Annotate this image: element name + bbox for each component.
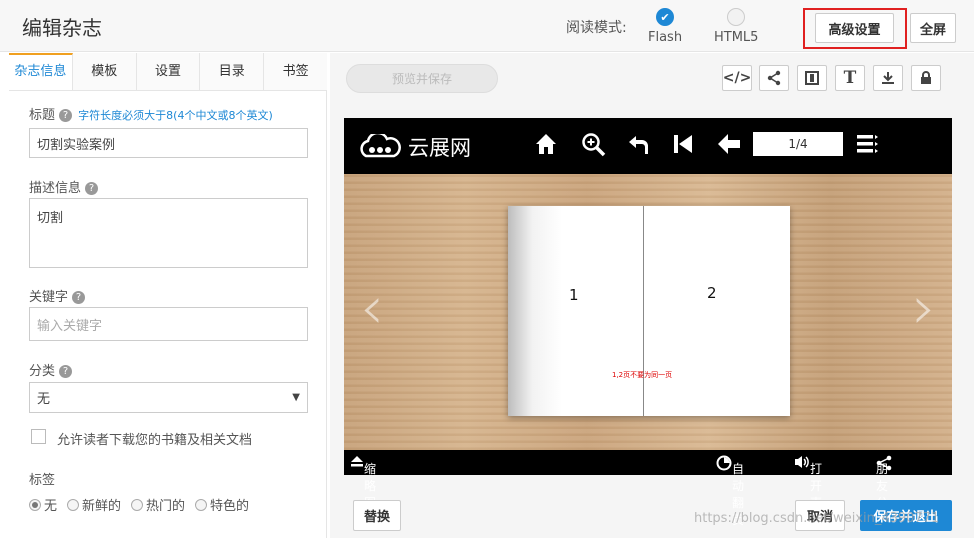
title-hint: 字符长度必须大于8(4个中文或8个英文)	[78, 109, 273, 122]
zoom-in-icon[interactable]	[581, 132, 607, 164]
text-icon[interactable]: T	[835, 65, 865, 91]
viewer-toolbar: 云展网 1/4	[344, 118, 952, 174]
desc-textarea[interactable]: 切割	[29, 198, 308, 268]
tab-magazine-info[interactable]: 杂志信息	[9, 53, 73, 90]
tab-bar: 杂志信息 模板 设置 目录 书签	[9, 53, 327, 91]
cloud-logo-icon	[360, 134, 401, 158]
left-page-number: 1	[569, 286, 579, 304]
fullscreen-button[interactable]: 全屏	[910, 13, 956, 43]
sound-button[interactable]: 打开声音	[794, 455, 822, 527]
tab-bookmarks[interactable]: 书签	[264, 53, 327, 90]
home-icon[interactable]	[534, 132, 558, 162]
share-icon[interactable]	[759, 65, 789, 91]
radio-selected-icon	[29, 498, 41, 511]
download-icon[interactable]	[873, 65, 903, 91]
page-note: 1,2页不要为同一页	[612, 371, 673, 379]
watermark-text: https://blog.csdn.net/weixin_4390771	[694, 511, 940, 526]
page-indicator-input[interactable]: 1/4	[753, 132, 843, 156]
timer-icon	[716, 455, 732, 471]
category-select[interactable]: 无 ▼	[29, 382, 308, 413]
tab-template[interactable]: 模板	[73, 53, 137, 90]
keyword-placeholder: 输入关键字	[37, 318, 103, 334]
tab-toc[interactable]: 目录	[200, 53, 265, 90]
tag-option-hot[interactable]: 热门的	[131, 495, 185, 514]
share-friends-button[interactable]: 朋友分享	[876, 455, 892, 527]
allow-download-checkbox[interactable]	[31, 429, 46, 444]
viewer-bottom-bar: 缩略图 自动翻页 打开声音 朋友分享	[344, 450, 952, 527]
lock-icon[interactable]	[911, 65, 941, 91]
next-arrow-icon[interactable]: ›	[896, 248, 952, 368]
category-field-label: 分类?	[29, 360, 73, 379]
read-mode-label: 阅读模式:	[566, 20, 627, 36]
prev-page-icon[interactable]	[716, 132, 742, 162]
chevron-down-icon: ▼	[292, 392, 300, 403]
tag-option-featured[interactable]: 特色的	[195, 495, 249, 514]
mode-flash-radio[interactable]: ✔ Flash	[648, 8, 682, 45]
title-input[interactable]: 切割实验案例	[29, 128, 308, 158]
preview-save-button[interactable]: 预览并保存	[346, 64, 498, 93]
first-page-icon[interactable]	[671, 132, 695, 162]
viewer-logo: 云展网	[356, 132, 471, 162]
keyword-field-label: 关键字?	[29, 286, 86, 305]
allow-download-label: 允许读者下载您的书籍及相关文档	[57, 433, 253, 448]
tag-option-label: 热门的	[146, 499, 186, 514]
autoflip-button[interactable]: 自动翻页	[716, 455, 744, 527]
radio-empty-icon	[727, 8, 746, 26]
page-title: 编辑杂志	[22, 16, 102, 40]
help-icon[interactable]: ?	[72, 291, 86, 304]
mode-html5-radio[interactable]: HTML5	[714, 8, 758, 45]
tag-option-label: 特色的	[210, 499, 250, 514]
book-spine	[643, 206, 644, 416]
keyword-input[interactable]: 输入关键字	[29, 307, 308, 341]
code-icon[interactable]: </>	[722, 65, 752, 91]
title-field-label: 标题? 字符长度必须大于8(4个中文或8个英文)	[29, 104, 273, 123]
right-page-number: 2	[707, 284, 717, 302]
open-book: 1 2 1,2页不要为同一页	[508, 206, 790, 416]
title-label-text: 标题	[29, 108, 56, 123]
menu-list-icon[interactable]	[856, 132, 880, 162]
tag-radio-group: 无 新鲜的 热门的 特色的	[29, 495, 249, 514]
mode-html5-label: HTML5	[714, 30, 759, 45]
speaker-icon	[795, 456, 809, 468]
prev-arrow-icon[interactable]: ‹	[344, 248, 400, 368]
back-icon[interactable]	[626, 132, 650, 162]
help-icon[interactable]: ?	[59, 365, 73, 378]
tag-option-label: 无	[44, 499, 58, 514]
desc-field-label: 描述信息?	[29, 177, 99, 196]
radio-empty-icon	[131, 498, 144, 511]
radio-empty-icon	[195, 498, 208, 511]
desc-label-text: 描述信息	[29, 181, 82, 196]
tag-option-none[interactable]: 无	[29, 495, 57, 514]
tag-option-label: 新鲜的	[82, 499, 122, 514]
eject-icon	[351, 456, 363, 467]
tab-settings[interactable]: 设置	[137, 53, 201, 90]
check-icon: ✔	[656, 8, 675, 26]
left-panel: 杂志信息 模板 设置 目录 书签 标题? 字符长度必须大于8(4个中文或8个英文…	[9, 53, 327, 538]
tag-option-fresh[interactable]: 新鲜的	[67, 495, 121, 514]
preview-panel: 预览并保存 </> T 云展网 1/4 ‹ › 1 2 1,2页不要为同一页 缩…	[330, 53, 974, 538]
tag-field-label: 标签	[29, 473, 56, 488]
mode-flash-label: Flash	[648, 30, 683, 45]
top-header: 编辑杂志 阅读模式: ✔ Flash HTML5 高级设置 全屏	[0, 0, 974, 52]
category-label-text: 分类	[29, 364, 56, 379]
columns-icon[interactable]	[797, 65, 827, 91]
left-page	[508, 206, 643, 416]
thumbnail-button[interactable]: 缩略图	[350, 455, 376, 510]
highlight-box	[803, 8, 907, 49]
radio-empty-icon	[67, 498, 80, 511]
replace-button[interactable]: 替换	[353, 500, 401, 531]
help-icon[interactable]: ?	[59, 109, 73, 122]
flipbook-stage: 云展网 1/4 ‹ › 1 2 1,2页不要为同一页 缩略 自动翻页 打开 朋友	[344, 118, 952, 527]
logo-text: 云展网	[408, 136, 471, 160]
category-value: 无	[37, 392, 51, 407]
help-icon[interactable]: ?	[85, 182, 99, 195]
keyword-label-text: 关键字	[29, 290, 69, 305]
